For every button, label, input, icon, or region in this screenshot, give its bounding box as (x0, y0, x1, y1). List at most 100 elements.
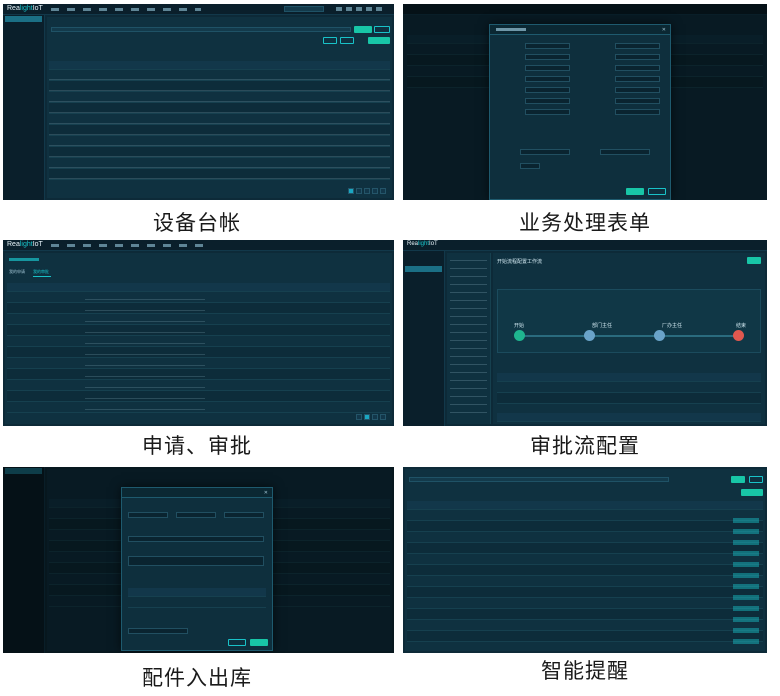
table-row[interactable] (407, 510, 763, 521)
modal-title (496, 28, 526, 31)
reset-button[interactable] (374, 26, 390, 33)
flow-config-area: 开始流程配置工作流 开始 部门主任 厂办主任 结束 (493, 253, 765, 424)
condition-table (497, 413, 761, 422)
flow-label-end: 结束 (735, 323, 746, 329)
node-table (497, 373, 761, 404)
reset-button[interactable] (749, 476, 763, 483)
form-field[interactable] (615, 43, 660, 49)
query-button[interactable] (354, 26, 372, 33)
select-field[interactable] (520, 149, 570, 155)
flow-label-factory: 厂办主任 (662, 323, 683, 329)
main-content (47, 17, 392, 198)
save-button[interactable] (747, 257, 761, 264)
table-row[interactable] (407, 565, 763, 576)
table-row[interactable] (407, 532, 763, 543)
flow-node-dept[interactable] (584, 330, 595, 341)
form-field[interactable] (525, 76, 570, 82)
toolbar-button[interactable] (340, 37, 354, 44)
close-icon[interactable]: ✕ (264, 490, 268, 496)
sidebar-item[interactable] (5, 30, 42, 36)
form-field[interactable] (615, 109, 660, 115)
sidebar-item[interactable] (5, 37, 42, 43)
main-content: 我的申请 我的审批 (5, 253, 392, 424)
form-field[interactable] (615, 87, 660, 93)
table-row-texts (49, 75, 390, 185)
toolbar-button[interactable] (323, 37, 337, 44)
caption-approval-flow-config: 审批流配置 (530, 434, 640, 458)
tab-my-apply[interactable]: 我的申请 (9, 269, 25, 275)
add-button[interactable] (368, 37, 390, 44)
confirm-button[interactable] (626, 188, 644, 195)
form-field[interactable] (128, 512, 168, 518)
form-field[interactable] (224, 512, 264, 518)
close-icon[interactable]: ✕ (662, 27, 666, 33)
app-logo: RealightIoT (7, 5, 43, 12)
form-field[interactable] (615, 65, 660, 71)
confirm-button[interactable] (250, 639, 268, 646)
form-field[interactable] (615, 54, 660, 60)
flow-node-factory[interactable] (654, 330, 665, 341)
form-field[interactable] (615, 76, 660, 82)
add-button[interactable] (741, 489, 763, 496)
form-field[interactable] (525, 109, 570, 115)
pagination[interactable] (356, 414, 388, 420)
flow-node-start[interactable] (514, 330, 525, 341)
count-label (51, 37, 131, 42)
form-field[interactable] (176, 512, 216, 518)
form-field[interactable] (615, 98, 660, 104)
table-row[interactable] (407, 576, 763, 587)
form-field[interactable] (525, 65, 570, 71)
top-navigation: RealightIoT (3, 240, 394, 251)
select-field[interactable] (600, 149, 650, 155)
table-row[interactable] (407, 587, 763, 598)
flow-label-dept: 部门主任 (592, 323, 613, 329)
workflow-list-items[interactable] (450, 257, 487, 420)
table-row[interactable] (407, 554, 763, 565)
cancel-button[interactable] (228, 639, 246, 646)
row-action-buttons[interactable] (733, 515, 759, 645)
table-row[interactable] (407, 543, 763, 554)
filter-bar[interactable] (51, 27, 351, 32)
filter-bar[interactable] (409, 477, 669, 482)
form-field[interactable] (128, 536, 264, 542)
parts-detail-table (128, 588, 266, 608)
nav-items[interactable] (51, 244, 211, 247)
form-field[interactable] (525, 54, 570, 60)
attachment-field[interactable] (128, 628, 188, 634)
table-row[interactable] (407, 521, 763, 532)
global-search-input[interactable] (284, 6, 324, 12)
user-area[interactable] (336, 7, 386, 11)
screenshot-equipment-ledger: RealightIoT (3, 4, 394, 200)
flow-node-end[interactable] (733, 330, 744, 341)
sidebar (3, 15, 45, 200)
app-logo: RealightIoT (407, 241, 438, 247)
screenshot-approval-flow-config: RealightIoT 开始流程配置工作流 开始 部门主任 厂办主任 结束 (403, 240, 767, 426)
form-field[interactable] (525, 98, 570, 104)
reminder-table (407, 501, 763, 642)
query-button[interactable] (731, 476, 745, 483)
cancel-button[interactable] (648, 188, 666, 195)
flow-title: 开始流程配置工作流 (497, 259, 543, 265)
workflow-list (447, 253, 491, 424)
sidebar-item-active[interactable] (5, 16, 42, 22)
table-row[interactable] (407, 631, 763, 642)
table-row[interactable] (407, 598, 763, 609)
modal-header (122, 488, 272, 498)
table-row[interactable] (407, 620, 763, 631)
sidebar-item[interactable] (5, 23, 42, 29)
textarea-field[interactable] (128, 556, 264, 566)
sidebar-item[interactable] (5, 51, 42, 57)
nav-items[interactable] (51, 8, 201, 11)
form-field[interactable] (525, 43, 570, 49)
screenshot-smart-reminder (403, 467, 767, 653)
flow-connector (520, 335, 738, 337)
tab-my-approve[interactable]: 我的审批 (33, 269, 49, 275)
parts-modal: ✕ (121, 487, 273, 651)
table-row[interactable] (407, 609, 763, 620)
table-header (49, 61, 390, 70)
form-field[interactable] (525, 87, 570, 93)
pagination[interactable] (348, 188, 388, 194)
small-field[interactable] (520, 163, 540, 169)
sidebar-item[interactable] (5, 44, 42, 50)
tab-underline (33, 276, 51, 277)
